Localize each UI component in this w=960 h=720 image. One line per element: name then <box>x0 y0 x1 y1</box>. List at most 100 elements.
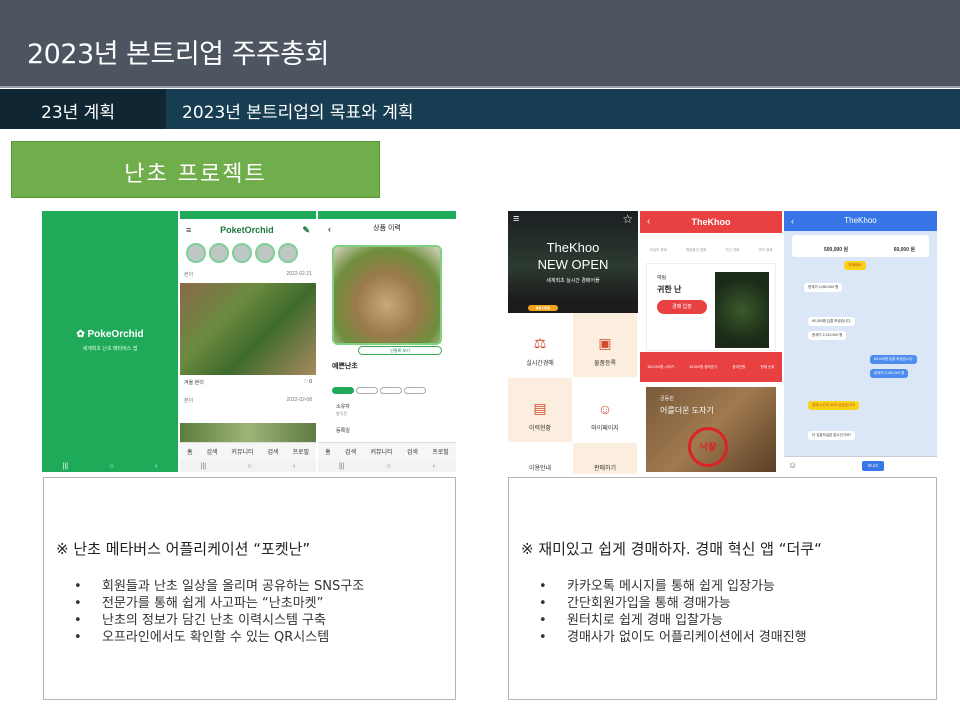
product-photo <box>332 245 442 345</box>
tab-search-2: 검색 <box>406 450 418 456</box>
post-footer: 겨울 본이 ♡ 0 <box>184 377 312 387</box>
android-nav-bar: ||| ○ ‹ <box>180 460 316 472</box>
tab-past: 지난 경매 <box>725 248 740 252</box>
post-user: 본이 <box>184 397 194 404</box>
home-icon: ○ <box>109 462 114 470</box>
tab-community: 커뮤니티 <box>370 450 393 456</box>
back-icon: ‹ <box>292 462 296 470</box>
tab-upcoming: 예정중인 경매 <box>685 248 707 252</box>
home-icon: ○ <box>247 462 252 470</box>
post-date: 2022-02-21 <box>286 271 312 277</box>
project-title-box: 난초 프로젝트 <box>11 141 380 198</box>
back-arrow-icon: ‹ <box>647 216 651 227</box>
like-icon: ♡ 0 <box>303 379 312 385</box>
chat-input-bar: ☺ 보내기 <box>784 456 937 474</box>
home-icon: ○ <box>386 462 391 470</box>
tile-sell: 판매하기 <box>573 443 637 474</box>
chat-bubble: 더 입찰하실분 없으신가요? <box>808 431 856 440</box>
list-item: 원터치로 쉽게 경매 입찰가능 <box>539 612 807 629</box>
thekhoo-auction-screenshot: TheKhoo ‹ 오늘의 경매 예정중인 경매 지난 경매 마지 경매 예림 … <box>640 211 782 474</box>
sold-stamp: 낙찰 <box>688 427 728 467</box>
chat-bubble: 현재가 2,060,000 원 <box>804 283 843 292</box>
document-icon: ▤ <box>533 400 547 416</box>
tab-home: 홈 <box>186 450 193 456</box>
list-item: 오프라인에서도 확인할 수 있는 QR시스템 <box>74 629 364 646</box>
hamburger-menu-icon: ≡ <box>186 225 192 235</box>
hero-subline: 세계최초 실시간 경매어플 <box>546 278 600 284</box>
app-name: PoketOrchid <box>220 225 274 235</box>
auction-tabs: 오늘의 경매 예정중인 경매 지난 경매 마지 경매 <box>640 233 782 255</box>
owner-label: 소유자 <box>336 404 350 410</box>
post-user: 본이 <box>184 271 194 278</box>
auction-item-photo <box>715 272 769 348</box>
recent-apps-icon: ||| <box>200 462 207 470</box>
feature-list: 카카오톡 메시지를 통해 쉽게 입장가능 간단회원가입을 통해 경매가능 원터치… <box>539 578 807 646</box>
avatar <box>186 243 206 263</box>
description-heading: ※ 재미있고 쉽게 경매하자. 경매 혁신 앱 “더쿠“ <box>521 540 822 558</box>
list-item: 간단회원가입을 통해 경매가능 <box>539 595 807 612</box>
user-icon: ☺ <box>597 401 613 417</box>
product-name: 예쁜난초 <box>332 363 358 370</box>
avatar <box>209 243 229 263</box>
bottom-tab-bar: 홈 검색 커뮤니티 검색 프로필 <box>180 442 316 460</box>
list-item: 회원들과 난초 일상을 올리며 공유하는 SNS구조 <box>74 578 364 595</box>
tab-home: 홈 <box>325 450 331 456</box>
tab-search-2: 검색 <box>267 450 279 456</box>
section-subtitle: 2023년 본트리업의 목표와 계획 <box>182 103 414 123</box>
splash-tagline: 세계최초 난초 메타버스 앱 <box>82 346 138 352</box>
tab-search: 검색 <box>206 450 218 456</box>
tile-guide: 이용안내 <box>508 443 572 474</box>
avatar <box>255 243 275 263</box>
post-header: 본이 2022-02-08 <box>184 395 312 405</box>
list-item: 카카오톡 메시지를 통해 쉽게 입장가능 <box>539 578 807 595</box>
hamburger-menu-icon: ≡ <box>513 213 520 225</box>
pokeorchid-splash-screenshot: ✿ PokeOrchid 세계최초 난초 메타버스 앱 ||| ○ ‹ <box>42 211 178 472</box>
bottom-tab-bar: 홈 검색 커뮤니티 검색 프로필 <box>318 442 456 460</box>
slide-title: 2023년 본트리업 주주총회 <box>27 39 329 70</box>
status-strip: 경매 진행중 <box>508 303 638 313</box>
pokeorchid-logo: ✿ PokeOrchid <box>76 329 144 340</box>
tile-mypage: ☺ 마이페이지 <box>573 378 637 442</box>
post-photo <box>180 283 316 375</box>
feed-header: ≡ PoketOrchid ✎ <box>180 219 316 241</box>
tab-search: 검색 <box>345 450 357 456</box>
android-nav-bar: ||| ○ ‹ <box>42 460 178 472</box>
chat-bubble: 경매 시간이 30초 남았습니다! <box>808 401 860 410</box>
thekhoo-description: ※ 재미있고 쉽게 경매하자. 경매 혁신 앱 “더쿠“ 카카오톡 메시지를 통… <box>508 477 937 700</box>
back-icon: ‹ <box>432 462 435 470</box>
chat-bubble: 현재가 2,180,000 원 <box>870 369 909 378</box>
price-box: 500,000 원 60,000 원 <box>792 235 929 257</box>
stat-bid-step: 25,000원 경매호가 <box>689 364 718 369</box>
thekhoo-main-screenshot: ≡ ☆ TheKhoo NEW OPEN 세계최초 실시간 경매어플 경매 진행… <box>508 211 638 474</box>
story-avatars <box>186 243 298 263</box>
list-item: 경매사가 없이도 어플리케이션에서 경매진행 <box>539 629 807 646</box>
logo-text: PokeOrchid <box>87 329 144 340</box>
auction-lower-card: 궁동원 어를더운 도자기 낙찰 <box>646 387 776 472</box>
slide-title-bar: 2023년 본트리업 주주총회 <box>0 0 960 88</box>
chat-bubble: 60,000원 입찰 하였습니다. <box>870 355 918 364</box>
hero-headline-2: NEW OPEN <box>537 257 609 272</box>
card-title: 귀한 난 <box>657 285 682 294</box>
emoji-icon: ☺ <box>788 460 798 470</box>
pokeorchid-description: ※ 난초 메타버스 어플리케이션 “포켓난” 회원들과 난초 일상을 올리며 공… <box>43 477 456 700</box>
avatar <box>278 243 298 263</box>
tile-live-auction: ⚖ 실시간경매 <box>508 313 572 377</box>
thekhoo-chat-screenshot: TheKhoo ‹ 500,000 원 60,000 원 경매종료! 현재가 2… <box>784 211 937 474</box>
hero-headline-1: TheKhoo <box>546 240 600 255</box>
project-title: 난초 프로젝트 <box>124 162 267 187</box>
tab-last: 마지 경매 <box>758 248 773 252</box>
auction-card: 예림 귀한 난 경매 입장 <box>646 263 776 351</box>
chat-header: TheKhoo <box>784 211 937 231</box>
card-label: 예림 <box>657 275 667 281</box>
owner-value: 왕익진 <box>336 411 348 416</box>
enter-auction-button: 경매 입장 <box>657 300 707 314</box>
status-bar <box>180 211 316 219</box>
tile-history: ▤ 이력현황 <box>508 378 572 442</box>
stat-rank: 현재 순위 <box>760 364 775 369</box>
chat-bubble: 경매종료! <box>844 261 866 270</box>
feature-list: 회원들과 난초 일상을 올리며 공유하는 SNS구조 전문가를 통해 쉽게 사고… <box>74 578 364 646</box>
recent-apps-icon: ||| <box>62 462 69 470</box>
box-icon: ▣ <box>598 335 612 351</box>
gavel-icon: ⚖ <box>533 335 547 351</box>
live-badge: 경매 진행중 <box>528 305 558 311</box>
